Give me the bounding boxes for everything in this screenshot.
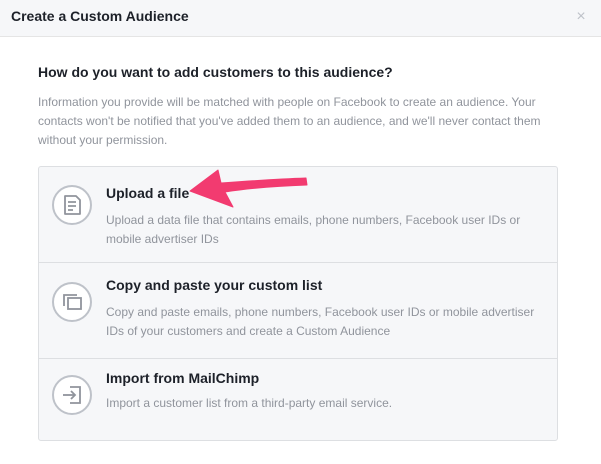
option-upload-file[interactable]: Upload a file Upload a data file that co… bbox=[39, 167, 557, 263]
dialog-header: Create a Custom Audience × bbox=[0, 0, 601, 37]
options-list: Upload a file Upload a data file that co… bbox=[38, 166, 558, 441]
option-description: Import a customer list from a third-part… bbox=[106, 396, 393, 410]
document-icon bbox=[52, 185, 92, 225]
option-copy-paste[interactable]: Copy and paste your custom list Copy and… bbox=[39, 263, 557, 359]
info-text: Information you provide will be matched … bbox=[38, 95, 541, 147]
copy-icon bbox=[52, 282, 92, 322]
option-description: Copy and paste emails, phone numbers, Fa… bbox=[106, 305, 535, 338]
option-description: Upload a data file that contains emails,… bbox=[106, 213, 521, 246]
dialog-title: Create a Custom Audience bbox=[11, 8, 189, 24]
create-custom-audience-dialog: Create a Custom Audience × How do you wa… bbox=[0, 0, 601, 464]
option-title: Import from MailChimp bbox=[106, 370, 260, 386]
question-heading: How do you want to add customers to this… bbox=[38, 64, 393, 80]
import-icon bbox=[52, 375, 92, 415]
option-title: Copy and paste your custom list bbox=[106, 277, 323, 293]
option-import-mailchimp[interactable]: Import from MailChimp Import a customer … bbox=[39, 359, 557, 440]
option-title: Upload a file bbox=[106, 185, 190, 201]
close-icon[interactable]: × bbox=[573, 9, 589, 25]
